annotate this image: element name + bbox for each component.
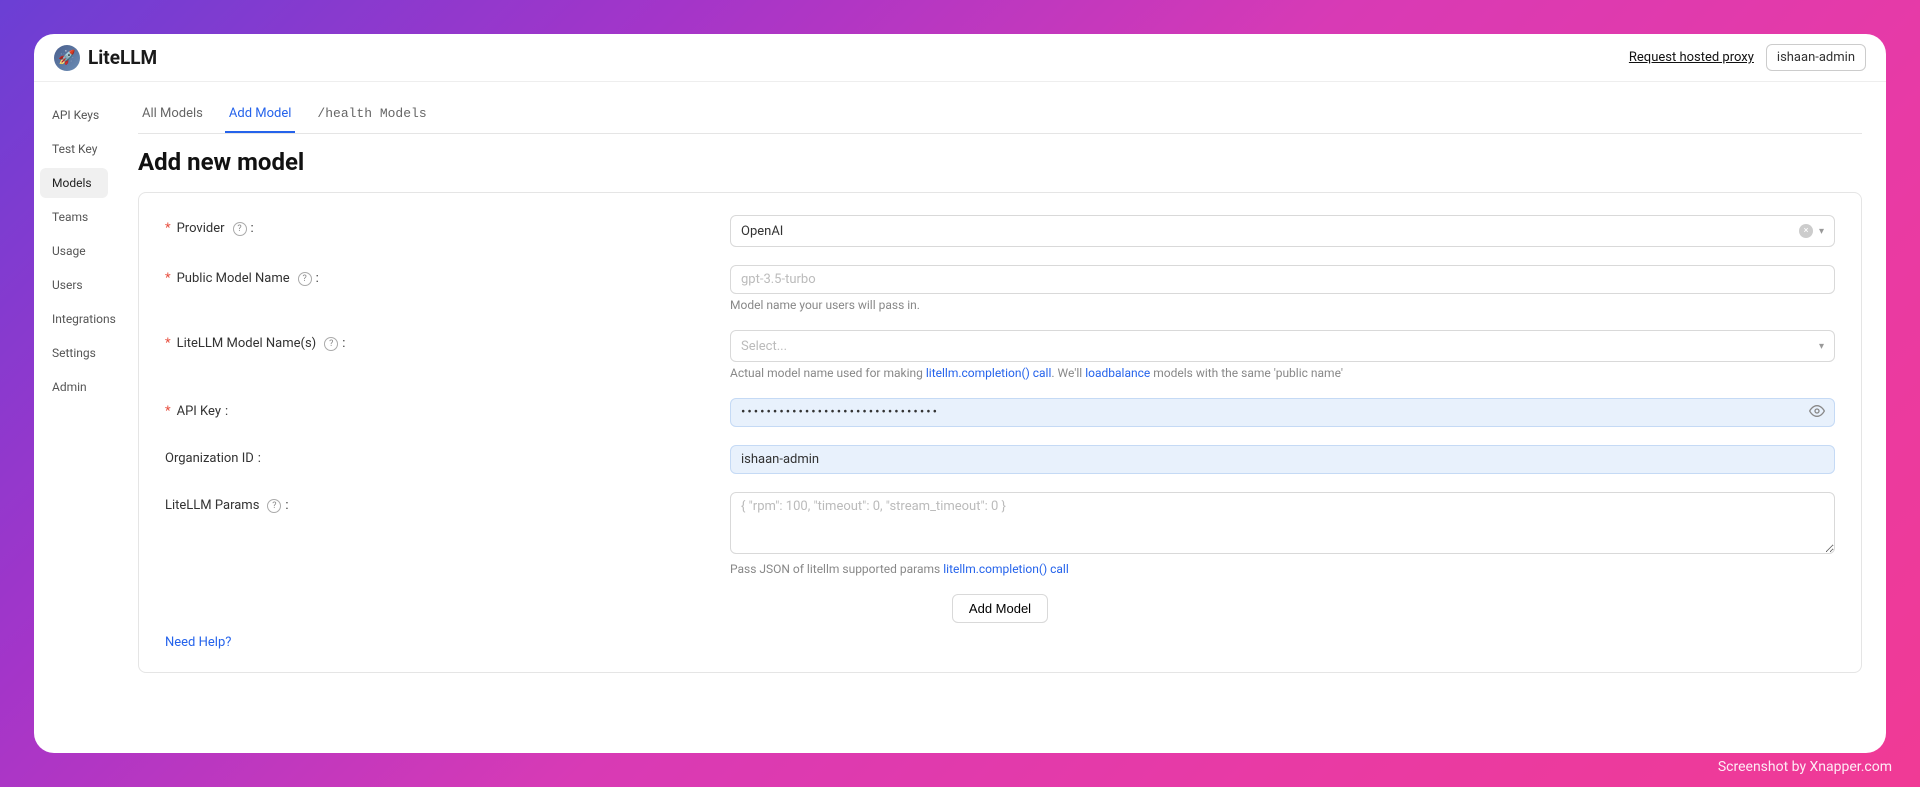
label-api-key: * API Key :	[165, 398, 730, 419]
brand: 🚀 LiteLLM	[54, 45, 157, 71]
form-card: * Provider ? : OpenAI × ▾	[138, 192, 1862, 673]
row-provider: * Provider ? : OpenAI × ▾	[165, 215, 1835, 247]
litellm-model-names-helper: Actual model name used for making litell…	[730, 366, 1835, 380]
label-litellm-params: LiteLLM Params ? :	[165, 492, 730, 513]
topbar-right: Request hosted proxy ishaan-admin	[1629, 44, 1866, 71]
tab-health-models[interactable]: /health Models	[313, 98, 430, 133]
tab-all-models[interactable]: All Models	[138, 98, 207, 133]
row-public-model-name: * Public Model Name ? : Model name your …	[165, 265, 1835, 312]
add-model-button[interactable]: Add Model	[952, 594, 1048, 623]
sidebar-item-api-keys[interactable]: API Keys	[40, 100, 108, 130]
litellm-model-names-placeholder: Select...	[741, 339, 787, 354]
app-window: 🚀 LiteLLM Request hosted proxy ishaan-ad…	[34, 34, 1886, 753]
request-hosted-proxy-link[interactable]: Request hosted proxy	[1629, 50, 1754, 65]
help-icon[interactable]: ?	[324, 337, 338, 351]
sidebar-item-models[interactable]: Models	[40, 168, 108, 198]
params-completion-link[interactable]: litellm.completion() call	[943, 562, 1069, 576]
watermark: Screenshot by Xnapper.com	[1718, 759, 1892, 775]
row-litellm-model-names: * LiteLLM Model Name(s) ? : Select... ▾ …	[165, 330, 1835, 380]
clear-icon[interactable]: ×	[1799, 224, 1813, 238]
public-model-name-input[interactable]	[730, 265, 1835, 294]
litellm-model-names-select[interactable]: Select... ▾	[730, 330, 1835, 362]
completion-call-link[interactable]: litellm.completion() call	[926, 366, 1052, 380]
sidebar-item-usage[interactable]: Usage	[40, 236, 108, 266]
help-icon[interactable]: ?	[267, 499, 281, 513]
tabs: All Models Add Model /health Models	[138, 98, 1862, 134]
litellm-params-textarea[interactable]	[730, 492, 1835, 554]
topbar: 🚀 LiteLLM Request hosted proxy ishaan-ad…	[34, 34, 1886, 82]
sidebar-item-integrations[interactable]: Integrations	[40, 304, 108, 334]
sidebar-item-test-key[interactable]: Test Key	[40, 134, 108, 164]
sidebar-item-teams[interactable]: Teams	[40, 202, 108, 232]
tab-add-model[interactable]: Add Model	[225, 98, 296, 133]
sidebar-item-settings[interactable]: Settings	[40, 338, 108, 368]
sidebar: API Keys Test Key Models Teams Usage Use…	[34, 82, 114, 753]
body: API Keys Test Key Models Teams Usage Use…	[34, 82, 1886, 753]
eye-icon[interactable]	[1809, 403, 1825, 423]
page-title: Add new model	[138, 148, 1862, 176]
submit-row: Add Model	[165, 594, 1835, 623]
litellm-params-helper: Pass JSON of litellm supported params li…	[730, 562, 1835, 576]
row-api-key: * API Key :	[165, 398, 1835, 427]
loadbalance-link[interactable]: loadbalance	[1085, 366, 1150, 380]
row-org-id: Organization ID :	[165, 445, 1835, 474]
sidebar-item-admin[interactable]: Admin	[40, 372, 108, 402]
brand-name: LiteLLM	[88, 46, 157, 69]
provider-value: OpenAI	[741, 224, 783, 239]
public-model-name-helper: Model name your users will pass in.	[730, 298, 1835, 312]
chevron-down-icon: ▾	[1819, 341, 1824, 352]
label-provider: * Provider ? :	[165, 215, 730, 236]
row-litellm-params: LiteLLM Params ? : Pass JSON of litellm …	[165, 492, 1835, 576]
logo-icon: 🚀	[54, 45, 80, 71]
label-org-id: Organization ID :	[165, 445, 730, 466]
label-public-model-name: * Public Model Name ? :	[165, 265, 730, 286]
need-help-link[interactable]: Need Help?	[165, 635, 231, 650]
help-icon[interactable]: ?	[298, 272, 312, 286]
provider-select[interactable]: OpenAI × ▾	[730, 215, 1835, 247]
help-icon[interactable]: ?	[233, 222, 247, 236]
user-menu[interactable]: ishaan-admin	[1766, 44, 1866, 71]
label-litellm-model-names: * LiteLLM Model Name(s) ? :	[165, 330, 730, 351]
chevron-down-icon: ▾	[1819, 226, 1824, 237]
api-key-input[interactable]	[730, 398, 1835, 427]
main-content: All Models Add Model /health Models Add …	[114, 82, 1886, 753]
sidebar-item-users[interactable]: Users	[40, 270, 108, 300]
org-id-input[interactable]	[730, 445, 1835, 474]
